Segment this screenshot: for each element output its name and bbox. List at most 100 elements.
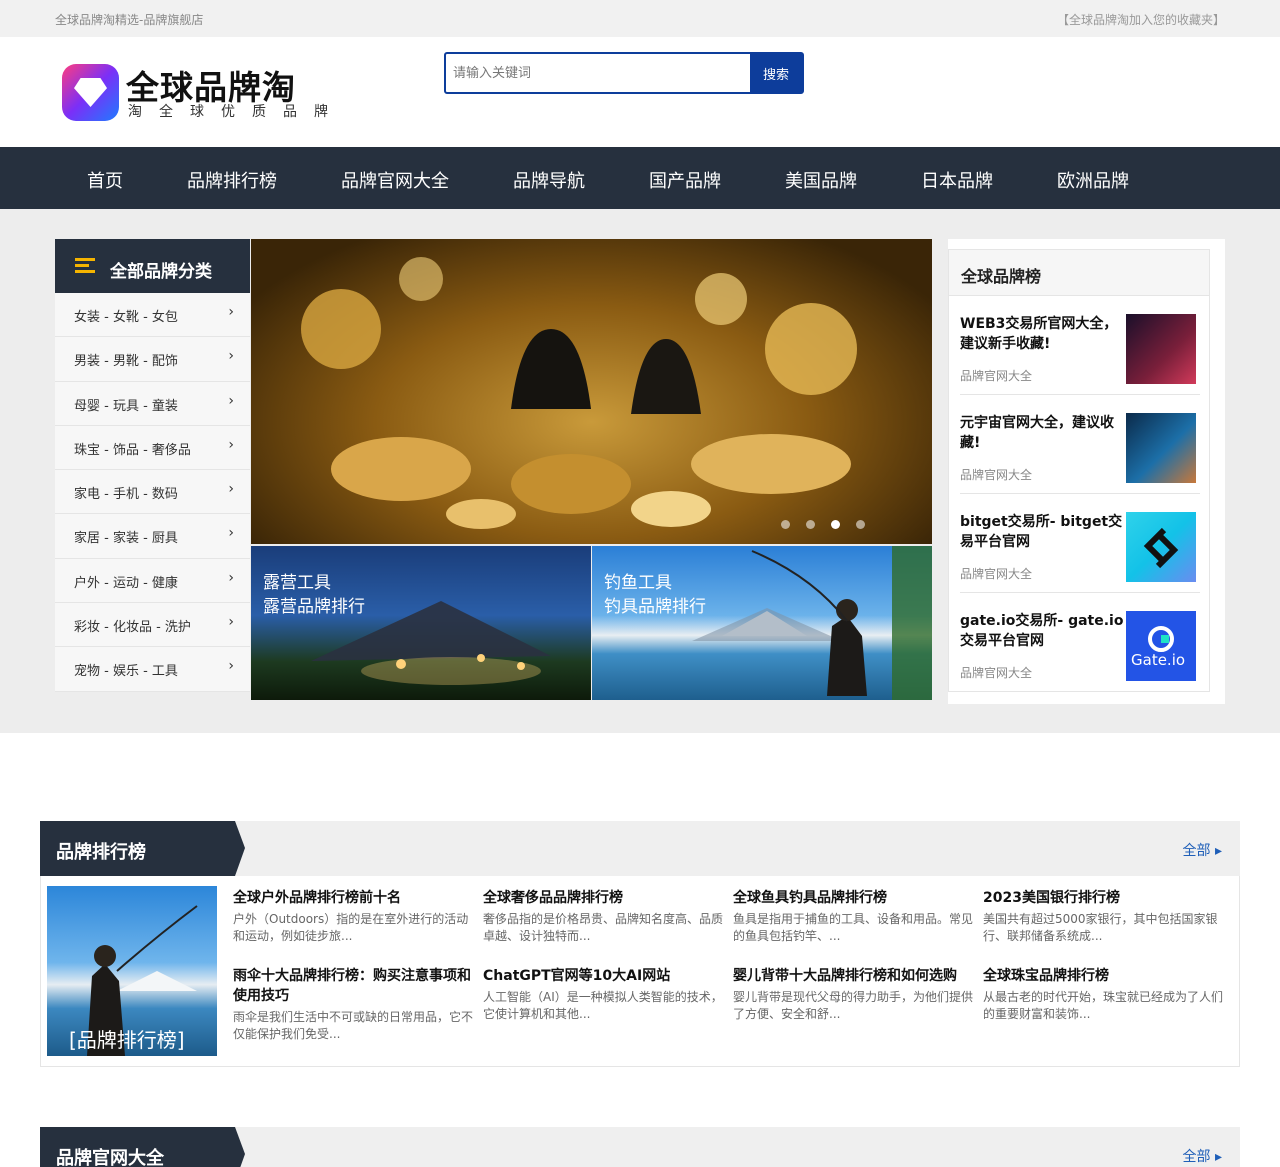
- category-item[interactable]: 宠物 - 娱乐 - 工具 ›: [55, 647, 250, 692]
- nav-item-domestic-brands[interactable]: 国产品牌: [649, 167, 721, 193]
- feature-image[interactable]: [品牌排行榜]: [47, 886, 217, 1056]
- ranking-entry-category[interactable]: 品牌官网大全: [960, 565, 1032, 582]
- chevron-right-icon: ›: [228, 525, 234, 542]
- article-item[interactable]: 全球鱼具钓具品牌排行榜 鱼具是指用于捕鱼的工具、设备和用品。常见的鱼具包括钓竿、.…: [733, 888, 975, 945]
- category-item[interactable]: 户外 - 运动 - 健康 ›: [55, 558, 250, 604]
- category-label: 户外 - 运动 - 健康: [74, 575, 178, 591]
- article-item[interactable]: 2023美国银行排行榜美国共有超过5000家银行，其中包括国家银行、联邦储备系统…: [983, 888, 1225, 945]
- category-label: 女装 - 女靴 - 女包: [74, 310, 178, 325]
- search-box: 搜索: [444, 52, 804, 94]
- category-label: 母婴 - 玩具 - 童装: [74, 398, 178, 414]
- ranking-entry-title[interactable]: bitget交易所- bitget交易平台官网: [960, 512, 1126, 552]
- category-item[interactable]: 家居 - 家装 - 厨具 ›: [55, 514, 250, 559]
- nav-item-europe-brands[interactable]: 欧洲品牌: [1057, 167, 1129, 193]
- article-title[interactable]: ChatGPT官网等10大AI网站: [483, 966, 725, 986]
- category-item[interactable]: 男装 - 男靴 - 配饰 ›: [55, 337, 250, 382]
- tile-title: 露营工具: [263, 573, 331, 593]
- category-label: 彩妆 - 化妆品 - 洗护: [74, 620, 191, 636]
- article-item[interactable]: 婴儿背带十大品牌排行榜和如何选购婴儿背带是现代父母的得力助手，为他们提供了方便、…: [733, 966, 975, 1023]
- logo-slogan: 淘全球优质品牌: [128, 104, 345, 120]
- article-title[interactable]: 婴儿背带十大品牌排行榜和如何选购: [733, 966, 975, 986]
- ranking-entry-title[interactable]: gate.io交易所- gate.io交易平台官网: [960, 611, 1126, 651]
- category-item[interactable]: 母婴 - 玩具 - 童装 ›: [55, 381, 250, 426]
- ranking-title: 全球品牌榜: [961, 267, 1042, 286]
- ranking-entry-category[interactable]: 品牌官网大全: [960, 664, 1032, 681]
- article-summary: 人工智能（AI）是一种模拟人类智能的技术，它使计算机和其他...: [483, 990, 723, 1021]
- carousel-dot[interactable]: [781, 520, 790, 529]
- nav-item-us-brands[interactable]: 美国品牌: [785, 167, 857, 193]
- article-item[interactable]: 全球珠宝品牌排行榜从最古老的时代开始，珠宝就已经成为了人们的重要财富和装饰...: [983, 966, 1225, 1023]
- nav-item-japan-brands[interactable]: 日本品牌: [921, 167, 993, 193]
- category-label: 宠物 - 娱乐 - 工具: [74, 664, 178, 680]
- metaverse-image[interactable]: [1126, 413, 1196, 483]
- article-title[interactable]: 全球奢侈品品牌排行榜: [483, 888, 725, 908]
- article-item[interactable]: 全球户外品牌排行榜前十名 户外（Outdoors）指的是在室外进行的活动和运动，例…: [233, 888, 475, 945]
- ranking-entry-category[interactable]: 品牌官网大全: [960, 466, 1032, 483]
- diamond-logo-icon: [62, 64, 119, 121]
- gateio-logo-text: Gate.io: [1131, 651, 1186, 669]
- search-button[interactable]: 搜索: [750, 54, 802, 92]
- section-title: 品牌官网大全: [56, 1148, 164, 1167]
- ranking-header: 全球品牌榜: [949, 250, 1209, 296]
- tagline-sub: -品牌旗舰店: [139, 13, 204, 27]
- article-item[interactable]: 全球奢侈品品牌排行榜奢侈品指的是价格昂贵、品牌知名度高、品质卓越、设计独特而..…: [483, 888, 725, 945]
- article-item[interactable]: 雨伞十大品牌排行榜：购买注意事项和使用技巧 雨伞是我们生活中不可或缺的日常用品，它…: [233, 966, 475, 1043]
- category-item[interactable]: 女装 - 女靴 - 女包 ›: [55, 293, 250, 338]
- add-bookmark-link[interactable]: 【全球品牌淘加入您的收藏夹】: [1057, 11, 1225, 28]
- ranking-entry-title[interactable]: 元宇宙官网大全，建议收藏!: [960, 413, 1126, 453]
- chevron-right-icon: ›: [228, 304, 234, 320]
- article-title[interactable]: 2023美国银行排行榜: [983, 888, 1225, 908]
- ranking-entry-title[interactable]: WEB3交易所官网大全，建议新手收藏!: [960, 314, 1126, 354]
- ranking-entry[interactable]: bitget交易所- bitget交易平台官网 品牌官网大全: [960, 494, 1200, 593]
- view-all-link[interactable]: 全部 ▸: [1183, 840, 1222, 860]
- feature-caption: [品牌排行榜]: [69, 1028, 185, 1052]
- ranking-entry[interactable]: WEB3交易所官网大全，建议新手收藏! 品牌官网大全: [960, 296, 1200, 395]
- main-nav: 首页 品牌排行榜 品牌官网大全 品牌导航 国产品牌 美国品牌 日本品牌 欧洲品牌: [0, 147, 1280, 209]
- category-item[interactable]: 珠宝 - 饰品 - 奢侈品 ›: [55, 425, 250, 471]
- carousel-dots: [781, 514, 881, 533]
- carousel-dot[interactable]: [856, 520, 865, 529]
- site-tagline: 全球品牌淘精选-品牌旗舰店: [55, 11, 203, 28]
- section-header: 品牌官网大全 全部 ▸: [40, 1127, 1240, 1167]
- carousel-dot-active[interactable]: [831, 520, 840, 529]
- chevron-right-icon: ›: [228, 348, 234, 365]
- view-all-link[interactable]: 全部 ▸: [1183, 1146, 1222, 1166]
- view-all-label: 全部: [1182, 843, 1211, 859]
- article-title[interactable]: 雨伞十大品牌排行榜：购买注意事项和使用技巧: [233, 966, 475, 1006]
- search-input[interactable]: [446, 54, 750, 92]
- article-summary: 奢侈品指的是价格昂贵、品牌知名度高、品质卓越、设计独特而...: [483, 912, 724, 943]
- hero-carousel[interactable]: [251, 239, 932, 544]
- ranking-entry[interactable]: gate.io交易所- gate.io交易平台官网 品牌官网大全 Gate.io: [960, 593, 1200, 692]
- tagline-text: 全球品牌淘精选: [55, 13, 140, 27]
- nav-item-home[interactable]: 首页: [87, 167, 123, 193]
- category-label: 男装 - 男靴 - 配饰: [74, 354, 178, 370]
- carousel-dot[interactable]: [806, 520, 815, 529]
- nav-item-official-sites[interactable]: 品牌官网大全: [341, 167, 449, 193]
- top-bar: 全球品牌淘精选-品牌旗舰店 【全球品牌淘加入您的收藏夹】: [0, 0, 1280, 37]
- ranking-entry[interactable]: 元宇宙官网大全，建议收藏! 品牌官网大全: [960, 395, 1200, 494]
- web3-image[interactable]: [1126, 314, 1196, 384]
- article-title[interactable]: 全球鱼具钓具品牌排行榜: [733, 888, 975, 908]
- ranking-entry-category[interactable]: 品牌官网大全: [960, 367, 1032, 384]
- tile-subtitle: 钓具品牌排行: [604, 597, 706, 617]
- category-item[interactable]: 彩妆 - 化妆品 - 洗护 ›: [55, 603, 250, 648]
- article-item[interactable]: ChatGPT官网等10大AI网站人工智能（AI）是一种模拟人类智能的技术，它使…: [483, 966, 725, 1023]
- gateio-logo[interactable]: Gate.io: [1126, 611, 1196, 681]
- bitget-logo[interactable]: [1126, 512, 1196, 582]
- category-item[interactable]: 家电 - 手机 - 数码 ›: [55, 470, 250, 515]
- caret-right-icon: ▸: [1214, 843, 1222, 859]
- camping-tile[interactable]: 露营工具 露营品牌排行: [251, 546, 591, 700]
- article-summary: 美国共有超过5000家银行，其中包括国家银行、联邦储备系统成...: [983, 912, 1218, 943]
- chevron-right-icon: ›: [228, 481, 234, 498]
- article-summary: 婴儿背带是现代父母的得力助手，为他们提供了方便、安全和舒...: [733, 990, 974, 1021]
- article-summary: 从最古老的时代开始，珠宝就已经成为了人们的重要财富和装饰...: [983, 990, 1224, 1021]
- nav-item-brand-navigation[interactable]: 品牌导航: [513, 167, 585, 193]
- category-menu-header: 全部品牌分类: [55, 239, 250, 293]
- article-title[interactable]: 全球珠宝品牌排行榜: [983, 966, 1225, 986]
- article-title[interactable]: 全球户外品牌排行榜前十名: [233, 888, 475, 908]
- category-label: 家电 - 手机 - 数码: [74, 487, 178, 503]
- fishing-tile[interactable]: 钓鱼工具 钓具品牌排行: [592, 546, 932, 700]
- site-logo[interactable]: 全球品牌淘 淘全球优质品牌: [62, 63, 352, 123]
- nav-item-brand-ranking[interactable]: 品牌排行榜: [187, 167, 277, 193]
- global-brand-ranking: 全球品牌榜 WEB3交易所官网大全，建议新手收藏! 品牌官网大全 元宇宙官网大全…: [948, 239, 1225, 704]
